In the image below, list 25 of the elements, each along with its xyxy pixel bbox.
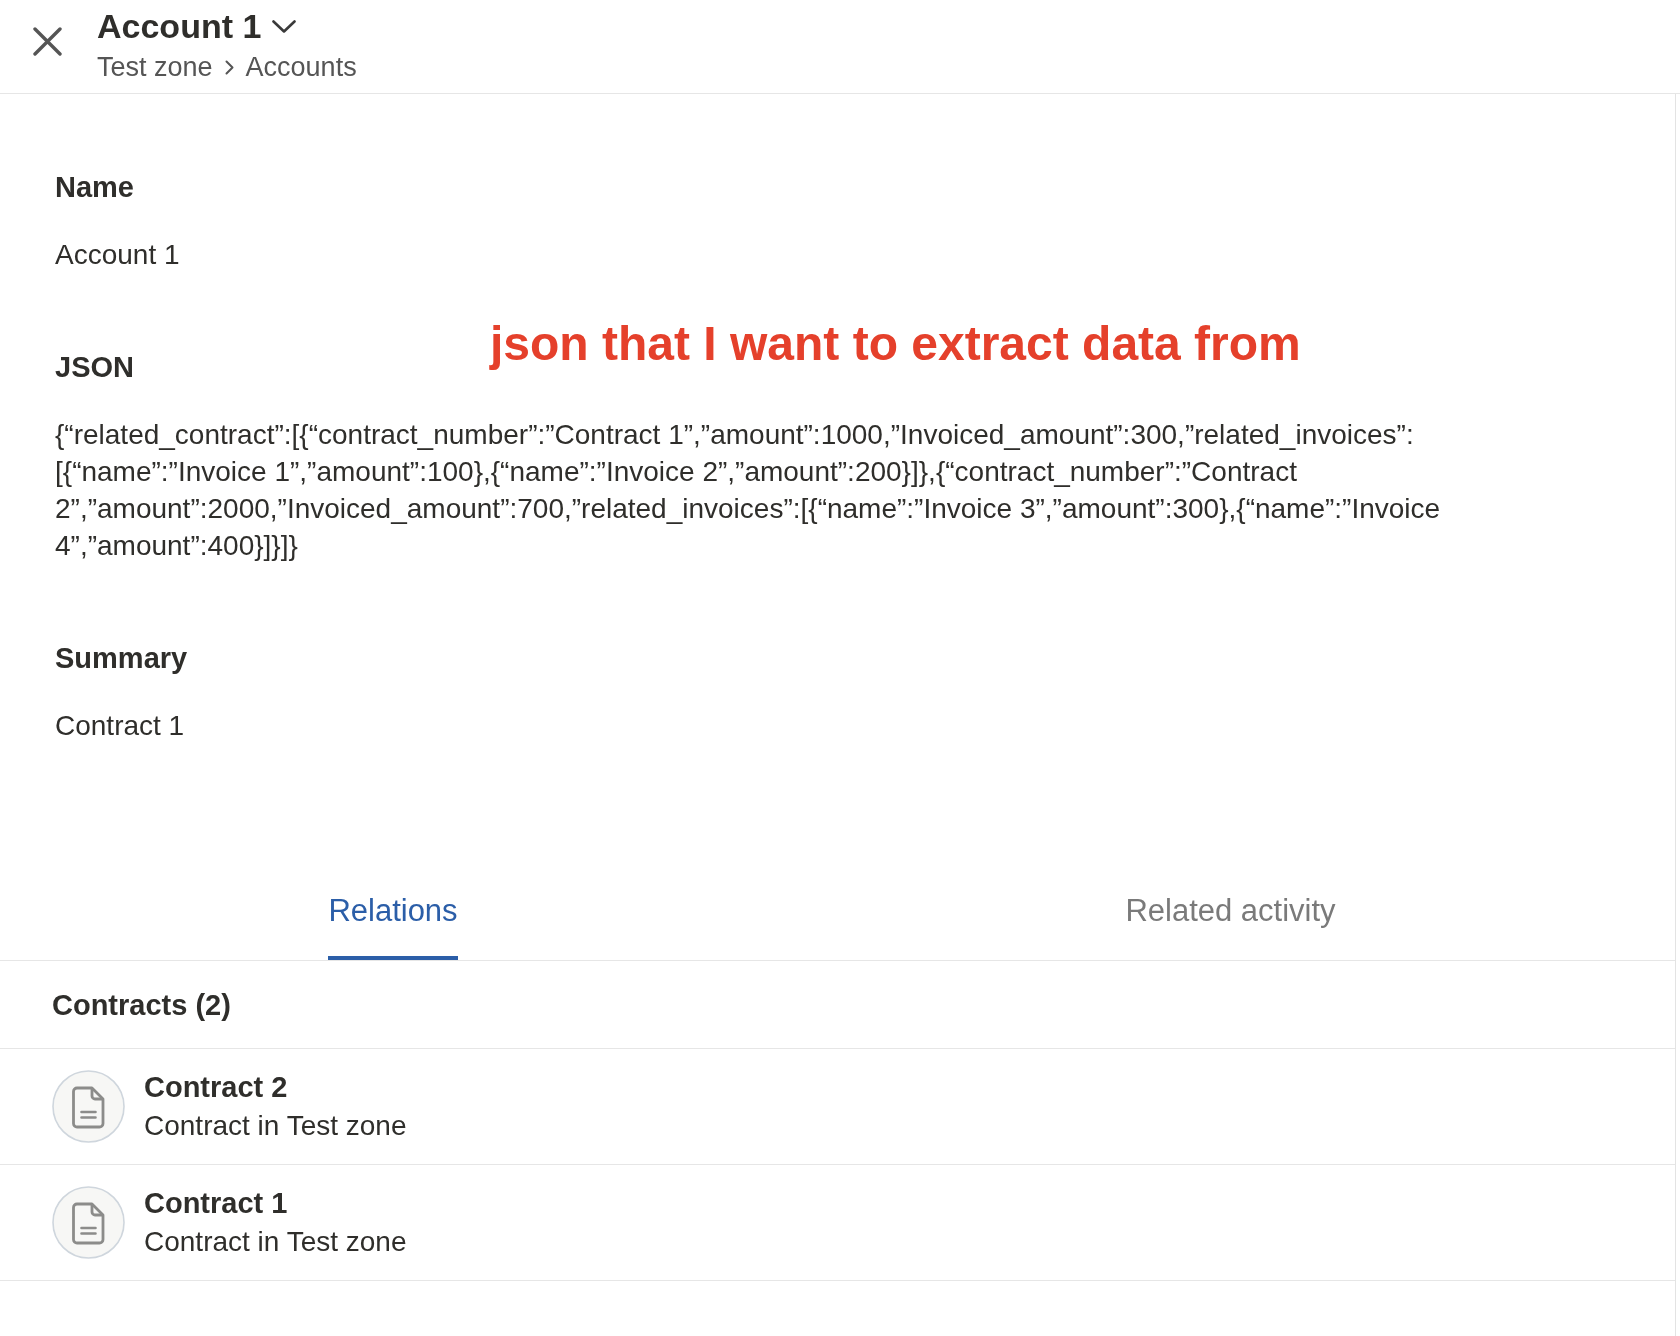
field-value: {“related_contract”:[{“contract_number”:”Contract 1”,”amount”:1000,”Invoiced_amount”:300,”related_invoices”:[{“name”:”Invoice 1”,”amount”:100},{“name”:”Invoice 2”,”amount”:200}]},{“contract_number”:”Contract 2”,”amount”:2000,”Invoiced_amount”:700,”related_invoices”:[{“name”:”Invoice 3”,”amount”:300},{“name”:”Invoice 4”,”amount”:400}]}]} [55, 418, 1442, 563]
relation-list-item[interactable]: Contract 2 Contract in Test zone [0, 1049, 1675, 1165]
chevron-right-icon [224, 59, 234, 75]
document-icon [52, 1186, 125, 1259]
annotation-text: json that I want to extract data from [490, 316, 1301, 371]
field-value: Contract 1 [55, 709, 186, 743]
breadcrumb-link[interactable]: Test zone [97, 51, 213, 83]
close-button[interactable] [33, 27, 62, 56]
relation-title: Contract 1 [144, 1186, 288, 1221]
field-label: JSON [55, 350, 134, 384]
record-title-dropdown[interactable]: Account 1 [97, 6, 297, 46]
breadcrumb-link[interactable]: Accounts [245, 51, 357, 83]
field-value: Account 1 [55, 238, 181, 272]
section-heading: Contracts (2) [0, 961, 1675, 1049]
relation-title: Contract 2 [144, 1070, 288, 1105]
relation-subtitle: Contract in Test zone [144, 1109, 407, 1143]
relation-list-item[interactable]: Contract 1 Contract in Test zone [0, 1165, 1675, 1281]
tab[interactable]: Relations [328, 861, 458, 960]
field-label: Summary [55, 641, 188, 675]
relation-subtitle: Contract in Test zone [144, 1225, 407, 1259]
chevron-down-icon [272, 19, 297, 33]
field-label: Name [55, 170, 134, 204]
document-icon [52, 1070, 125, 1143]
close-icon [33, 27, 62, 56]
tab[interactable]: Related activity [1125, 861, 1336, 960]
